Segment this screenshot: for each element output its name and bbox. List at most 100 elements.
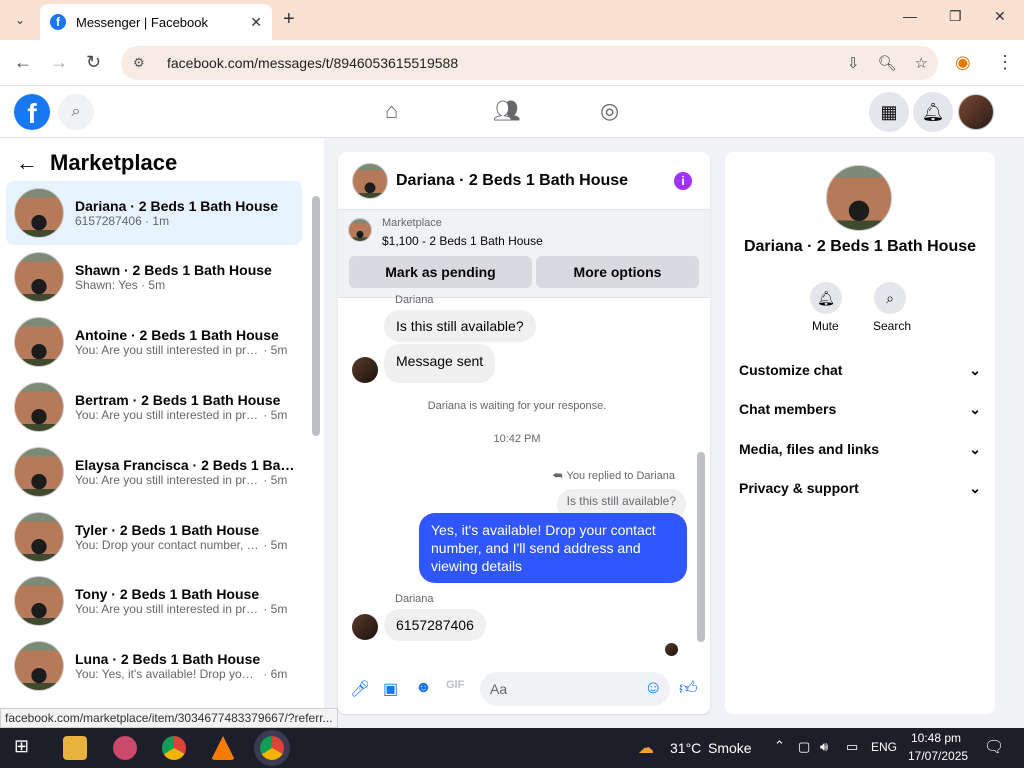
close-window-icon[interactable]: ✕ bbox=[994, 8, 1006, 25]
media-files-section[interactable]: Media, files and links ⌄ bbox=[739, 441, 981, 458]
sender-name: Dariana bbox=[395, 294, 434, 306]
groups-icon[interactable]: ◎ bbox=[600, 98, 619, 124]
paint-app-icon[interactable] bbox=[113, 736, 137, 760]
customize-chat-section[interactable]: Customize chat ⌄ bbox=[739, 362, 981, 379]
chat-scrollbar[interactable] bbox=[697, 452, 705, 642]
browser-tab[interactable]: f Messenger | Facebook ✕ bbox=[40, 4, 272, 40]
listing-thumbnail[interactable] bbox=[348, 218, 372, 242]
address-bar[interactable]: ⚙ facebook.com/messages/t/89460536155195… bbox=[121, 46, 938, 80]
notifications-bell-icon[interactable]: 🔔︎ bbox=[913, 92, 953, 132]
incoming-message[interactable]: Message sent bbox=[384, 344, 496, 383]
conversation-item[interactable]: Luna · 2 Beds 1 Bath House You: Yes, it'… bbox=[6, 634, 302, 698]
sender-avatar[interactable] bbox=[352, 357, 378, 383]
conversation-time: 5m bbox=[270, 602, 288, 616]
sticker-icon[interactable]: ☻ bbox=[415, 679, 432, 697]
friends-icon[interactable]: 👥︎ bbox=[493, 98, 521, 124]
network-icon[interactable]: ▭ bbox=[846, 739, 858, 755]
file-explorer-icon[interactable] bbox=[63, 736, 87, 760]
reply-arrow-icon: ⮪ bbox=[552, 470, 563, 482]
facebook-logo-icon[interactable]: f bbox=[14, 94, 50, 130]
vlc-icon[interactable] bbox=[211, 736, 235, 760]
tab-search-chevron-icon[interactable]: ⌄ bbox=[8, 8, 32, 32]
chrome-icon[interactable] bbox=[162, 736, 186, 760]
tab-title: Messenger | Facebook bbox=[76, 14, 208, 30]
bookmark-star-icon[interactable]: ☆ bbox=[915, 54, 928, 72]
conversation-item[interactable]: Elaysa Francisca · 2 Beds 1 Bath ... You… bbox=[6, 440, 302, 504]
privacy-support-section[interactable]: Privacy & support ⌄ bbox=[739, 480, 981, 497]
conversation-time: 5m bbox=[270, 538, 288, 552]
meet-icon[interactable]: ▢ bbox=[798, 739, 810, 755]
incoming-message[interactable]: 6157287406 bbox=[384, 609, 486, 641]
chat-members-section[interactable]: Chat members ⌄ bbox=[739, 401, 981, 418]
message-input[interactable]: Aa bbox=[480, 672, 670, 706]
sender-avatar[interactable] bbox=[352, 614, 378, 640]
home-icon[interactable]: ⌂ bbox=[385, 98, 398, 124]
sidebar-scrollbar[interactable] bbox=[312, 196, 320, 436]
volume-icon[interactable]: 🔊︎ bbox=[820, 739, 828, 755]
browser-toolbar: ← → ↻ ⚙ facebook.com/messages/t/89460536… bbox=[0, 40, 1024, 86]
clock-date[interactable]: 17/07/2025 bbox=[908, 749, 968, 763]
windows-start-icon[interactable]: ⊞ bbox=[14, 736, 29, 757]
message-list: Dariana Is this still available? Message… bbox=[338, 294, 710, 658]
conversation-item[interactable]: Shawn · 2 Beds 1 Bath House Shawn: Yes ·… bbox=[6, 245, 302, 309]
chrome-active-icon[interactable] bbox=[260, 736, 284, 760]
section-label: Customize chat bbox=[739, 362, 843, 378]
menu-grid-icon[interactable]: ▦ bbox=[869, 92, 909, 132]
conversation-item[interactable]: Dariana · 2 Beds 1 Bath House 6157287406… bbox=[6, 181, 302, 245]
conversation-item[interactable]: Antoine · 2 Beds 1 Bath House You: Are y… bbox=[6, 310, 302, 374]
mute-bell-icon[interactable]: 🔔︎ bbox=[810, 282, 842, 314]
minimize-icon[interactable]: — bbox=[903, 8, 917, 24]
weather-temp[interactable]: 31°C bbox=[670, 740, 701, 756]
photo-icon[interactable]: ▣ bbox=[383, 679, 398, 699]
conversation-preview: You: Are you still interested in pro... bbox=[75, 473, 260, 487]
search-icon[interactable]: ⌕ bbox=[874, 282, 906, 314]
weather-desc[interactable]: Smoke bbox=[708, 740, 752, 756]
link-status-bar: facebook.com/marketplace/item/3034677483… bbox=[0, 708, 338, 728]
back-icon[interactable]: ← bbox=[14, 52, 32, 73]
forward-icon[interactable]: → bbox=[50, 52, 68, 73]
more-options-button[interactable]: More options bbox=[536, 256, 699, 288]
chevron-down-icon: ⌄ bbox=[969, 441, 981, 457]
conversation-item[interactable]: Tony · 2 Beds 1 Bath House You: Are you … bbox=[6, 569, 302, 633]
conversation-time: 1m bbox=[152, 214, 170, 228]
thumbs-up-icon[interactable]: 👍︎ bbox=[679, 677, 698, 699]
language-indicator[interactable]: ENG bbox=[871, 740, 897, 754]
account-avatar[interactable] bbox=[958, 94, 994, 130]
weather-icon[interactable]: ☁ bbox=[638, 738, 654, 758]
info-icon[interactable]: i bbox=[674, 172, 692, 190]
new-tab-icon[interactable]: + bbox=[283, 8, 295, 31]
profile-icon[interactable]: ◉ bbox=[955, 52, 971, 73]
listing-source: Marketplace bbox=[382, 217, 442, 229]
conversation-name: Bertram · 2 Beds 1 Bath House bbox=[75, 392, 281, 408]
back-arrow-icon[interactable]: ← bbox=[16, 150, 38, 176]
incoming-message[interactable]: Is this still available? bbox=[384, 310, 536, 342]
facebook-favicon-icon: f bbox=[50, 14, 66, 30]
clock-time[interactable]: 10:48 pm bbox=[911, 731, 961, 745]
emoji-icon[interactable]: ☺ bbox=[644, 677, 662, 698]
install-app-icon[interactable]: ⇩ bbox=[847, 54, 860, 72]
waiting-notice: Dariana is waiting for your response. bbox=[427, 400, 607, 412]
gif-icon[interactable]: GIF bbox=[446, 679, 464, 691]
chat-title[interactable]: Dariana · 2 Beds 1 Bath House bbox=[396, 172, 628, 190]
reply-label: You replied to Dariana bbox=[566, 470, 675, 482]
chat-info-avatar[interactable] bbox=[826, 165, 892, 231]
mark-pending-button[interactable]: Mark as pending bbox=[349, 256, 532, 288]
browser-menu-icon[interactable]: ⋮ bbox=[996, 52, 1014, 73]
tab-close-icon[interactable]: ✕ bbox=[250, 14, 262, 31]
conversation-item[interactable]: Bertram · 2 Beds 1 Bath House You: Are y… bbox=[6, 375, 302, 439]
conversation-item[interactable]: Tyler · 2 Beds 1 Bath House You: Drop yo… bbox=[6, 505, 302, 569]
tray-chevron-up-icon[interactable]: ⌃ bbox=[774, 738, 785, 754]
maximize-icon[interactable]: ❐ bbox=[949, 8, 962, 25]
conversation-name: Elaysa Francisca · 2 Beds 1 Bath ... bbox=[75, 457, 295, 473]
chat-avatar[interactable] bbox=[352, 162, 388, 199]
site-info-icon[interactable]: ⚙ bbox=[133, 55, 153, 71]
listing-price[interactable]: $1,100 - 2 Beds 1 Bath House bbox=[382, 234, 543, 248]
search-icon[interactable]: ⌕ bbox=[58, 94, 94, 130]
notifications-icon[interactable]: 🗨︎ bbox=[984, 737, 1004, 757]
microphone-icon[interactable]: 🎤︎ bbox=[350, 679, 370, 699]
outgoing-message[interactable]: Yes, it's available! Drop your contact n… bbox=[419, 513, 687, 583]
url-text: facebook.com/messages/t/8946053615519588 bbox=[167, 55, 459, 71]
reload-icon[interactable]: ↻ bbox=[86, 52, 101, 73]
zoom-icon[interactable]: 🔍︎ bbox=[878, 54, 897, 72]
windows-taskbar: ⊞ ☁ 31°C Smoke ⌃ ▢ 🔊︎ ▭ ENG 10:48 pm 17/… bbox=[0, 728, 1024, 768]
